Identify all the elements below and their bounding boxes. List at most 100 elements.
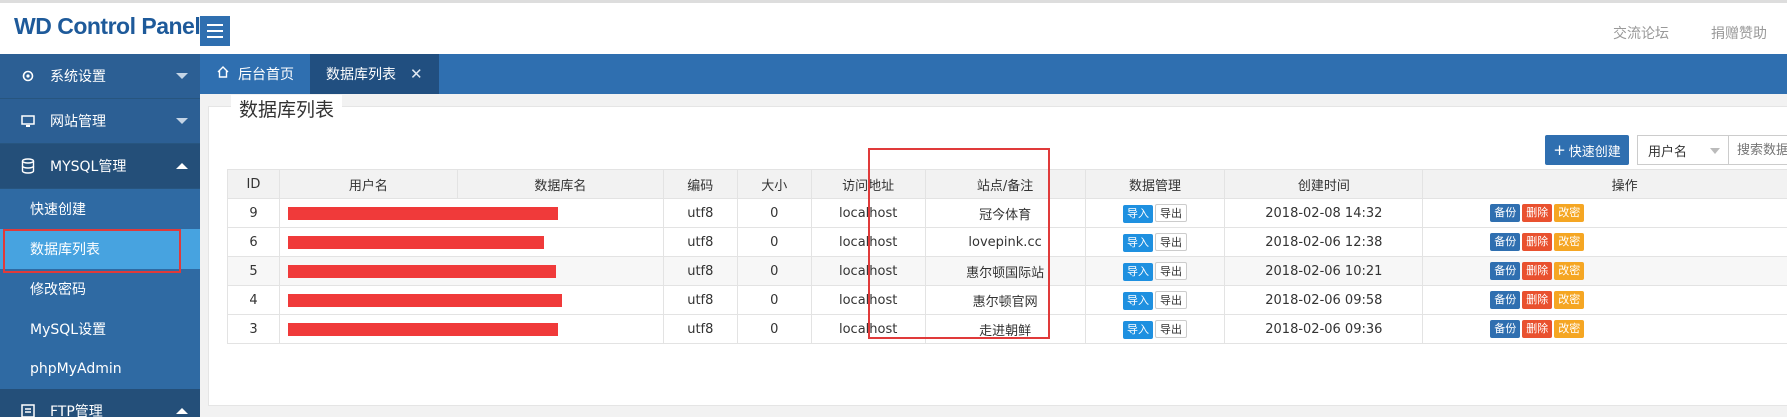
delete-button[interactable]: 删除: [1522, 204, 1553, 222]
redaction-mark: [287, 264, 556, 278]
search-input[interactable]: [1728, 135, 1787, 165]
backup-button[interactable]: 备份: [1490, 320, 1521, 338]
sidebar-item-change-password[interactable]: 修改密码: [0, 269, 200, 309]
change-password-button[interactable]: 改密: [1554, 291, 1585, 309]
backup-button[interactable]: 备份: [1490, 204, 1521, 222]
cell-actions: 备份 删除 改密: [1422, 285, 1787, 315]
export-button[interactable]: 导出: [1154, 203, 1187, 222]
main-content: 数据库列表 + 快速创建 用户名 ID 用户名 数据库名 编码 大小: [200, 94, 1787, 417]
table-row: 6 utf8 0 localhost lovepink.cc 导入 导出 2018…: [227, 227, 1787, 257]
redaction-mark: [287, 235, 544, 249]
cell-host: localhost: [810, 227, 926, 257]
cell-actions: 备份 删除 改密: [1422, 256, 1787, 286]
cell-created: 2018-02-06 09:58: [1224, 285, 1424, 315]
sidebar-item-phpmyadmin[interactable]: phpMyAdmin: [0, 349, 200, 389]
gear-icon: [20, 68, 36, 84]
header-note[interactable]: 站点/备注: [924, 169, 1086, 199]
link-forum[interactable]: 交流论坛: [1613, 23, 1669, 43]
change-password-button[interactable]: 改密: [1554, 233, 1585, 251]
sidebar-group-label: 系统设置: [50, 69, 106, 85]
import-button[interactable]: 导入: [1122, 291, 1153, 310]
search-field-select[interactable]: 用户名: [1637, 135, 1729, 165]
table-row: 5 utf8 0 localhost 惠尔顿国际站 导入 导出 2018-02-0…: [227, 256, 1787, 286]
cell-note: 惠尔顿国际站: [924, 256, 1086, 286]
delete-button[interactable]: 删除: [1522, 233, 1553, 251]
sidebar-group-mysql[interactable]: MYSQL管理: [0, 144, 200, 189]
header-username[interactable]: 用户名: [278, 169, 458, 199]
delete-button[interactable]: 删除: [1522, 262, 1553, 280]
backup-button[interactable]: 备份: [1490, 233, 1521, 251]
close-icon[interactable]: ✕: [410, 65, 423, 83]
header-dbname[interactable]: 数据库名: [456, 169, 664, 199]
cell-data-manage: 导入 导出: [1084, 198, 1226, 228]
sidebar-item-mysql-settings[interactable]: MySQL设置: [0, 309, 200, 349]
cell-created: 2018-02-06 09:36: [1224, 314, 1424, 344]
export-button[interactable]: 导出: [1154, 232, 1187, 251]
sidebar-group-ftp[interactable]: FTP管理: [0, 389, 200, 417]
table-header-row: ID 用户名 数据库名 编码 大小 访问地址 站点/备注 数据管理 创建时间 操…: [227, 169, 1787, 199]
export-button[interactable]: 导出: [1154, 261, 1187, 280]
sidebar-group-system[interactable]: 系统设置: [0, 54, 200, 99]
sidebar-item-quick-create[interactable]: 快速创建: [0, 189, 200, 229]
cell-actions: 备份 删除 改密: [1422, 227, 1787, 257]
link-donate[interactable]: 捐赠赞助: [1711, 23, 1767, 43]
monitor-icon: [20, 113, 36, 129]
cell-id: 9: [227, 198, 280, 228]
table-row: 3 utf8 0 localhost 走进朝鲜 导入 导出 2018-02-06 …: [227, 314, 1787, 344]
delete-button[interactable]: 删除: [1522, 291, 1553, 309]
brand-logo[interactable]: WD Control Panel: [14, 13, 201, 40]
header-id[interactable]: ID: [227, 169, 280, 199]
table-row: 9 utf8 0 localhost 冠今体育 导入 导出 2018-02-08 …: [227, 198, 1787, 228]
header-host[interactable]: 访问地址: [810, 169, 926, 199]
chevron-down-icon: [176, 118, 188, 124]
change-password-button[interactable]: 改密: [1554, 204, 1585, 222]
backup-button[interactable]: 备份: [1490, 291, 1521, 309]
tab-home[interactable]: 后台首页: [200, 54, 310, 94]
table-row: 4 utf8 0 localhost 惠尔顿官网 导入 导出 2018-02-06…: [227, 285, 1787, 315]
cell-size: 0: [736, 227, 812, 257]
cell-note: 冠今体育: [924, 198, 1086, 228]
import-button[interactable]: 导入: [1122, 204, 1153, 223]
export-button[interactable]: 导出: [1154, 290, 1187, 309]
quick-create-button[interactable]: + 快速创建: [1545, 135, 1629, 165]
select-value: 用户名: [1648, 144, 1688, 160]
import-button[interactable]: 导入: [1122, 233, 1153, 252]
sidebar-group-label: 网站管理: [50, 114, 106, 130]
tab-database-list[interactable]: 数据库列表 ✕: [310, 54, 439, 94]
plus-icon: +: [1553, 141, 1566, 159]
cell-id: 6: [227, 227, 280, 257]
cell-data-manage: 导入 导出: [1084, 256, 1226, 286]
change-password-button[interactable]: 改密: [1554, 320, 1585, 338]
header-created[interactable]: 创建时间: [1224, 169, 1424, 199]
import-button[interactable]: 导入: [1122, 262, 1153, 281]
cell-redacted: [278, 314, 664, 344]
cell-host: localhost: [810, 198, 926, 228]
chevron-up-icon: [176, 408, 188, 414]
header-size[interactable]: 大小: [736, 169, 812, 199]
cell-created: 2018-02-06 12:38: [1224, 227, 1424, 257]
delete-button[interactable]: 删除: [1522, 320, 1553, 338]
export-button[interactable]: 导出: [1154, 319, 1187, 338]
sidebar-group-label: MYSQL管理: [50, 159, 127, 175]
cell-actions: 备份 删除 改密: [1422, 314, 1787, 344]
sidebar: 系统设置 网站管理 MYSQL管理 快速创建 数据库列表 修改密码 MySQL设…: [0, 54, 200, 417]
sidebar-group-website[interactable]: 网站管理: [0, 99, 200, 144]
redaction-mark: [287, 206, 558, 220]
change-password-button[interactable]: 改密: [1554, 262, 1585, 280]
cell-data-manage: 导入 导出: [1084, 227, 1226, 257]
sidebar-group-label: FTP管理: [50, 404, 103, 417]
cell-redacted: [278, 285, 664, 315]
tab-label: 后台首页: [238, 67, 294, 83]
import-button[interactable]: 导入: [1122, 320, 1153, 339]
cell-id: 5: [227, 256, 280, 286]
tab-label: 数据库列表: [326, 67, 396, 83]
backup-button[interactable]: 备份: [1490, 262, 1521, 280]
sidebar-item-database-list[interactable]: 数据库列表: [0, 229, 200, 273]
cell-redacted: [278, 256, 664, 286]
cell-created: 2018-02-08 14:32: [1224, 198, 1424, 228]
header-charset[interactable]: 编码: [662, 169, 738, 199]
hamburger-menu-icon[interactable]: [200, 16, 230, 46]
tab-bar: 后台首页 数据库列表 ✕: [200, 54, 1787, 94]
redaction-mark: [287, 293, 562, 307]
database-panel: 数据库列表 + 快速创建 用户名 ID 用户名 数据库名 编码 大小: [208, 95, 1787, 406]
